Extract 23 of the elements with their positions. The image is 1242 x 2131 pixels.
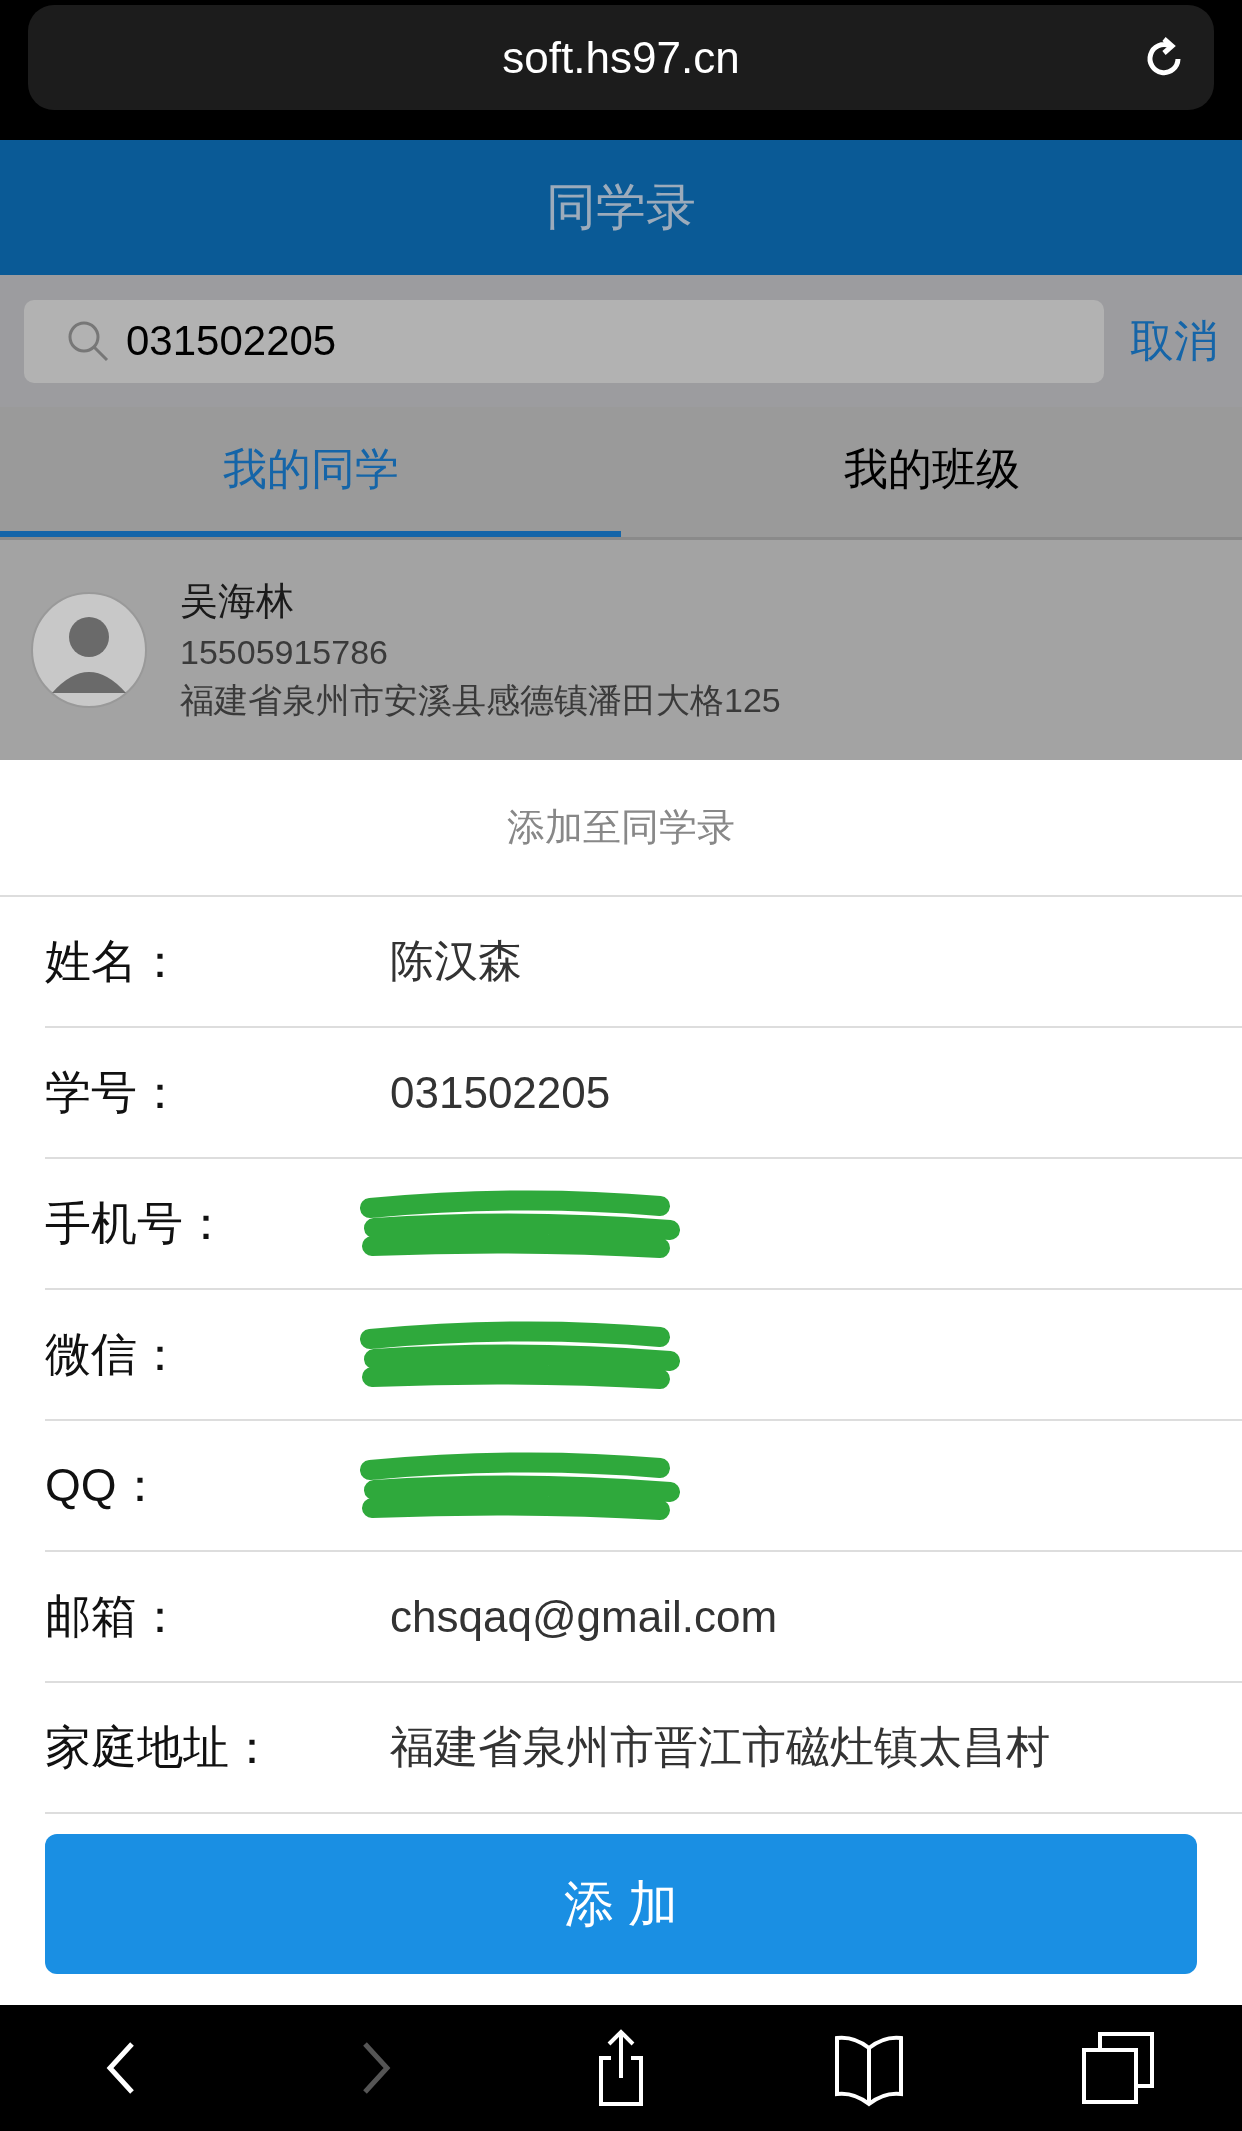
classmate-name: 吴海林 — [180, 579, 295, 624]
field-label: 学号： — [45, 1064, 184, 1120]
field-value: 031502205 — [390, 1067, 611, 1118]
tab[interactable]: 我的班级 — [621, 407, 1242, 537]
url-text: soft.hs97.cn — [502, 32, 740, 83]
search-icon — [66, 319, 110, 363]
field-value: 福建省泉州市晋江市磁灶镇太昌村 — [390, 1721, 1050, 1773]
field-label: 邮箱： — [45, 1588, 184, 1644]
field-value: 陈汉森 — [390, 935, 522, 987]
classmate-address: 福建省泉州市安溪县感德镇潘田大格125 — [180, 680, 781, 721]
sheet-title: 添加至同学录 — [0, 760, 1242, 897]
field-label: QQ： — [45, 1457, 164, 1513]
classmate-phone: 15505915786 — [180, 633, 389, 672]
search-field[interactable]: 031502205 — [24, 299, 1104, 383]
classmate-item[interactable]: 吴海林 15505915786 福建省泉州市安溪县感德镇潘田大格125 — [0, 540, 1242, 760]
address-bar[interactable]: soft.hs97.cn — [28, 5, 1214, 110]
page-title: 同学录 — [546, 178, 696, 237]
field-value: chsqaq@gmail.com — [390, 1591, 778, 1642]
field-label: 家庭地址： — [45, 1719, 276, 1775]
avatar-icon — [30, 591, 148, 709]
field-label: 手机号： — [45, 1195, 230, 1251]
field-label: 微信： — [45, 1326, 184, 1382]
field-label: 姓名： — [45, 933, 184, 989]
